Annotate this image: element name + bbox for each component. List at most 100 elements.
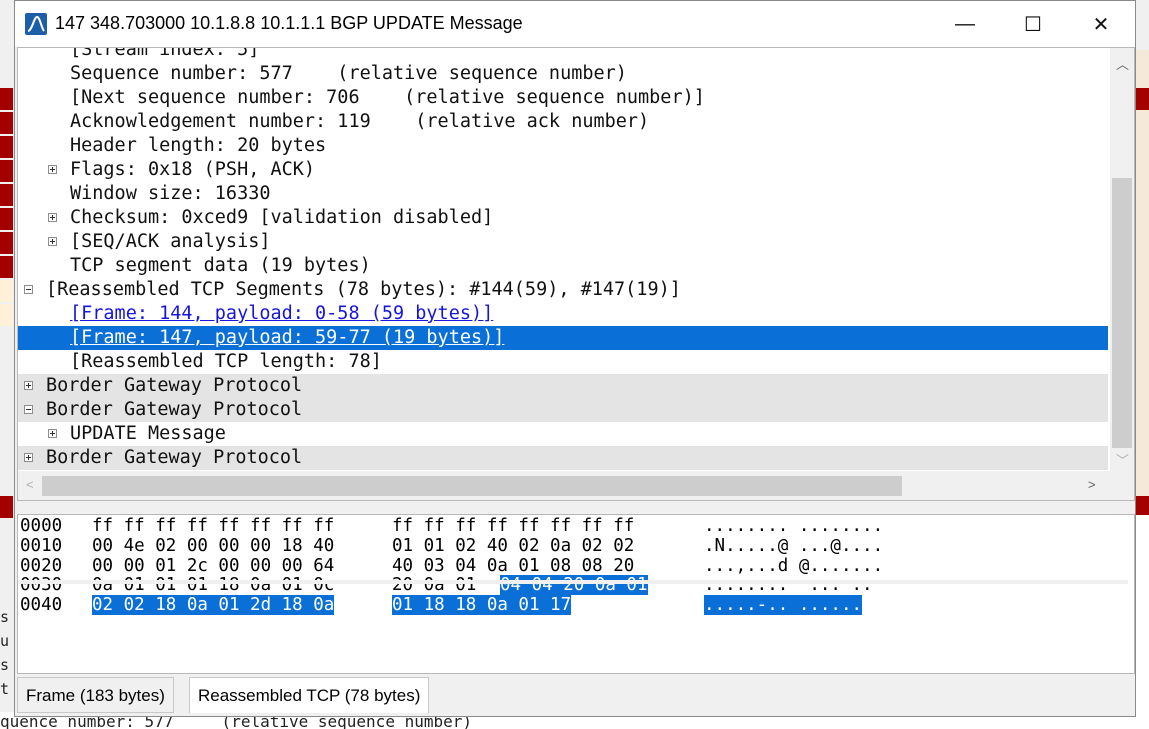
background-row [0,232,13,254]
background-row [0,160,13,182]
packet-bytes-pane[interactable]: 0000 ff ff ff ff ff ff ff ff ff ff ff ff f… [17,514,1135,674]
background-row [0,112,13,134]
background-app-left-strip: s u s t [0,0,14,729]
window-title: 147 348.703000 10.1.8.8 10.1.1.1 BGP UPD… [55,13,523,33]
tree-row-label: [Frame: 144, payload: 0-58 (59 bytes)] [70,303,494,324]
collapse-minus-icon[interactable] [24,285,33,294]
background-row [1136,88,1149,110]
hex-ascii: .N.....@ ...@.... [704,536,884,556]
background-row [0,256,13,278]
collapse-minus-icon[interactable] [24,405,33,414]
expand-plus-icon[interactable] [48,429,57,438]
hex-bytes: 00 4e 02 00 00 00 18 40 [92,536,335,556]
hex-bytes: 04 04 20 0a 01 [500,575,648,595]
hex-bytes: 40 03 04 0a 01 08 08 20 [392,556,635,576]
tree-row-label: Acknowledgement number: 119 (relative ac… [70,111,650,132]
hex-offset: 0020 [20,556,63,576]
minimize-button[interactable]: — [931,1,999,47]
background-glyph: t [0,680,10,698]
expand-plus-icon[interactable] [48,237,57,246]
vertical-scrollbar[interactable]: ︿ ﹀ [1110,48,1134,471]
close-button[interactable]: ✕ [1067,1,1135,47]
tree-row-label: [Next sequence number: 706 (relative seq… [70,87,705,108]
background-row [0,88,13,110]
protocol-tree-row[interactable]: Border Gateway Protocol [18,398,1108,422]
tree-row-label: [SEQ/ACK analysis] [70,231,271,252]
hex-bytes: ff ff ff ff ff ff ff ff [392,516,635,536]
hex-bytes: 01 01 02 40 02 0a 02 02 [392,536,635,556]
title-bar[interactable]: 147 348.703000 10.1.8.8 10.1.1.1 BGP UPD… [15,1,1135,47]
tree-row[interactable]: Window size: 16330 [18,182,1108,206]
hex-ascii: .....-.. ...... [704,595,863,615]
horizontal-scroll-thumb[interactable] [42,476,902,496]
hex-offset: 0030 [20,575,63,595]
hex-ascii: ........ ... .. [704,575,873,595]
tree-row-label: Border Gateway Protocol [46,399,303,420]
packet-details-tree[interactable]: [Stream index: 5] Sequence number: 577 (r… [17,47,1135,501]
tree-row-label: [Reassembled TCP Segments (78 bytes): #1… [46,279,681,300]
hex-scroll-seam [18,580,1128,584]
tree-row[interactable]: [Frame: 144, payload: 0-58 (59 bytes)] [18,302,1108,326]
hex-bytes: 20 0a 01 [392,575,477,595]
hex-offset: 0000 [20,516,63,536]
background-row [0,304,13,326]
tree-row-label: UPDATE Message [70,423,226,444]
packet-dialog: 147 348.703000 10.1.8.8 10.1.1.1 BGP UPD… [14,0,1136,717]
tree-row-label: Window size: 16330 [70,183,271,204]
tree-row[interactable]: [Next sequence number: 706 (relative seq… [18,86,1108,110]
tree-row[interactable]: Flags: 0x18 (PSH, ACK) [18,158,1108,182]
wireshark-fin-icon [25,13,47,35]
scroll-corner [1110,471,1134,500]
tab-reassembled-tcp[interactable]: Reassembled TCP (78 bytes) [189,677,430,713]
background-app-right-strip [1136,0,1149,729]
tree-row[interactable]: UPDATE Message [18,422,1108,446]
hex-bytes: 02 02 18 0a 01 2d 18 0a [92,595,335,615]
tree-row[interactable]: Sequence number: 577 (relative sequence … [18,62,1108,86]
expand-plus-icon[interactable] [24,381,33,390]
tree-row-label: [Reassembled TCP length: 78] [70,351,382,372]
tree-row[interactable]: [Reassembled TCP length: 78] [18,350,1108,374]
background-row [0,136,13,158]
tree-row[interactable]: [Stream index: 5] [18,47,1108,62]
scroll-up-arrow-icon[interactable]: ︿ [1116,54,1129,73]
maximize-icon: ☐ [1024,13,1042,36]
tree-row[interactable]: TCP segment data (19 bytes) [18,254,1108,278]
tree-row-label: Border Gateway Protocol [46,447,303,468]
background-row [1136,515,1149,729]
expand-plus-icon[interactable] [48,165,57,174]
vertical-scroll-thumb[interactable] [1112,178,1132,448]
tree-row-label: Border Gateway Protocol [46,375,303,396]
protocol-tree-row[interactable]: Border Gateway Protocol [18,374,1108,398]
protocol-tree-row[interactable]: Border Gateway Protocol [18,446,1108,470]
hex-bytes: 00 00 01 2c 00 00 00 64 [92,556,335,576]
hex-bytes: 0a 01 01 01 18 0a 01 0c [92,575,335,595]
tree-row-label: [Stream index: 5] [70,47,260,60]
tree-row[interactable]: [Reassembled TCP Segments (78 bytes): #1… [18,278,1108,302]
scroll-left-arrow-icon[interactable]: < [26,477,34,492]
tree-row[interactable]: Checksum: 0xced9 [validation disabled] [18,206,1108,230]
background-glyph: s [0,608,10,626]
scroll-right-arrow-icon[interactable]: > [1088,477,1096,492]
background-row [0,496,13,518]
horizontal-scrollbar[interactable]: < > [18,471,1110,500]
background-row [0,280,13,302]
tree-row[interactable]: Acknowledgement number: 119 (relative ac… [18,110,1108,134]
expand-plus-icon[interactable] [48,213,57,222]
background-row [0,208,13,230]
scroll-down-arrow-icon[interactable]: ﹀ [1116,450,1129,469]
close-icon: ✕ [1092,13,1110,36]
tree-row-label: [Frame: 147, payload: 59-77 (19 bytes)] [70,327,505,348]
hex-offset: 0010 [20,536,63,556]
tab-frame[interactable]: Frame (183 bytes) [17,677,174,713]
tree-row-label: Header length: 20 bytes [70,135,327,156]
tree-row-label: Sequence number: 577 (relative sequence … [70,63,627,84]
tree-row-label: TCP segment data (19 bytes) [70,255,371,276]
tree-row[interactable]: [SEQ/ACK analysis] [18,230,1108,254]
maximize-button[interactable]: ☐ [999,1,1067,47]
tree-row[interactable]: [Frame: 147, payload: 59-77 (19 bytes)] [18,326,1108,350]
background-glyph: s [0,656,10,674]
expand-plus-icon[interactable] [24,453,33,462]
hex-offset: 0040 [20,595,63,615]
hex-ascii: ........ ........ [704,516,884,536]
tree-row[interactable]: Header length: 20 bytes [18,134,1108,158]
